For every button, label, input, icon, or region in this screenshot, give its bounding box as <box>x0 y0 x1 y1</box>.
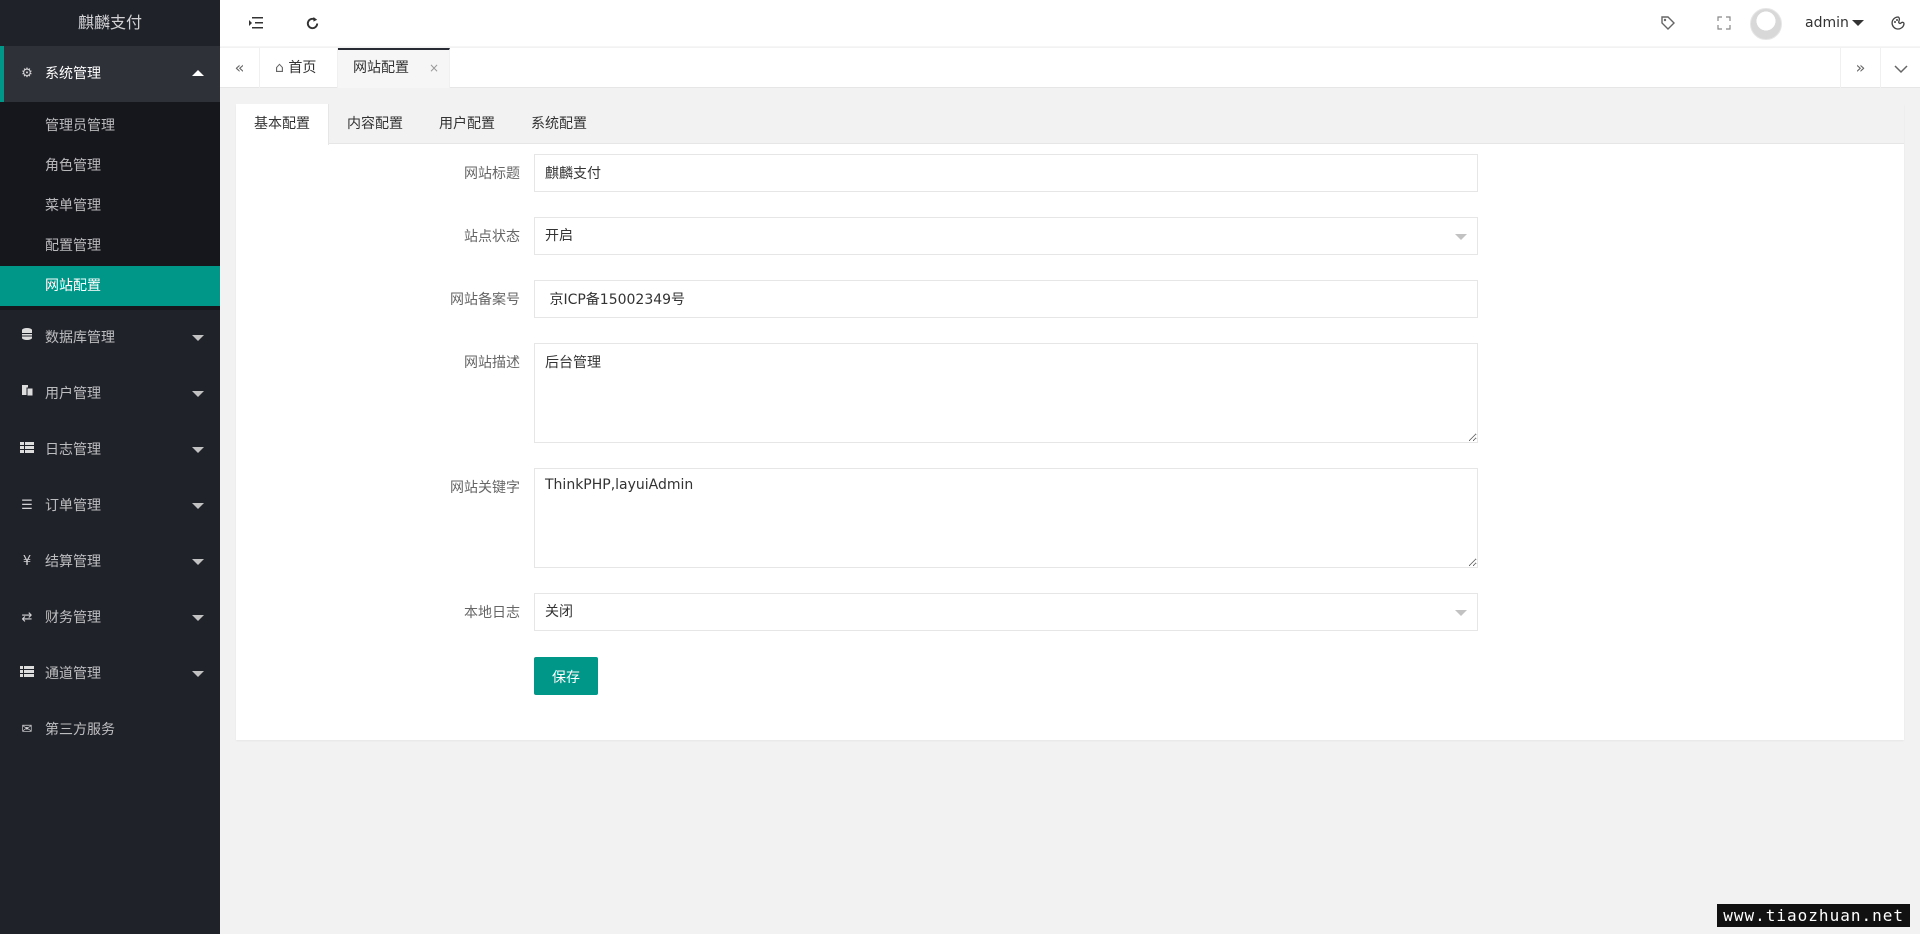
database-icon <box>19 310 35 366</box>
sidebar-item-finance[interactable]: ⇄ 财务管理 <box>0 590 220 646</box>
site-status-select[interactable]: 开启 <box>534 217 1478 255</box>
close-icon[interactable]: × <box>429 50 439 86</box>
sidebar-subitem-menus[interactable]: 菜单管理 <box>0 186 220 226</box>
local-log-label: 本地日志 <box>464 605 520 621</box>
local-log-select[interactable]: 关闭 <box>534 593 1478 631</box>
caret-down-icon[interactable] <box>1852 20 1864 26</box>
site-title-label: 网站标题 <box>464 166 520 182</box>
chevron-down-icon <box>1455 610 1467 616</box>
caret-down-icon <box>192 447 204 453</box>
top-header: admin <box>220 0 1920 47</box>
sidebar-item-settlement[interactable]: ¥ 结算管理 <box>0 534 220 590</box>
sidebar-item-label: 用户管理 <box>45 386 101 402</box>
sidebar: 麒麟支付 ⚙ 系统管理 管理员管理 角色管理 菜单管理 配置管理 网站配置 数据… <box>0 0 220 934</box>
caret-down-icon <box>192 671 204 677</box>
user-name[interactable]: admin <box>1805 0 1849 47</box>
page-tabs-bar: « ⌂ 首页 网站配置 × » <box>220 48 1920 88</box>
channel-icon <box>19 646 35 702</box>
site-status-label: 站点状态 <box>464 229 520 245</box>
tab-label: 网站配置 <box>353 60 409 76</box>
tabs-menu-chevron-down-icon[interactable] <box>1880 48 1920 88</box>
sidebar-item-orders[interactable]: ☰ 订单管理 <box>0 478 220 534</box>
sidebar-item-label: 订单管理 <box>45 498 101 514</box>
tabs-scroll-left-icon[interactable]: « <box>220 48 260 88</box>
home-icon: ⌂ <box>275 60 284 76</box>
avatar[interactable] <box>1750 8 1782 40</box>
tab-system-config[interactable]: 系统配置 <box>513 104 605 144</box>
icp-input[interactable] <box>534 280 1478 318</box>
sidebar-item-third-party[interactable]: ✉ 第三方服务 <box>0 702 220 758</box>
sidebar-item-label: 数据库管理 <box>45 330 115 346</box>
config-tabs: 基本配置 内容配置 用户配置 系统配置 <box>236 104 1904 145</box>
sidebar-item-label: 财务管理 <box>45 610 101 626</box>
sidebar-item-database[interactable]: 数据库管理 <box>0 310 220 366</box>
keywords-textarea[interactable]: ThinkPHP,layuiAdmin <box>534 468 1478 568</box>
sidebar-item-system[interactable]: ⚙ 系统管理 <box>0 46 220 102</box>
caret-down-icon <box>192 335 204 341</box>
tab-basic-config[interactable]: 基本配置 <box>236 104 329 145</box>
sidebar-item-label: 日志管理 <box>45 442 101 458</box>
tab-home[interactable]: ⌂ 首页 <box>260 48 338 88</box>
tab-site-config[interactable]: 网站配置 × <box>338 48 450 88</box>
fullscreen-icon[interactable] <box>1706 0 1742 47</box>
tab-user-config[interactable]: 用户配置 <box>421 104 513 144</box>
caret-down-icon <box>192 503 204 509</box>
caret-down-icon <box>192 391 204 397</box>
users-icon <box>19 366 35 422</box>
sidebar-item-label: 通道管理 <box>45 666 101 682</box>
site-status-value: 开启 <box>545 228 573 244</box>
sidebar-subitem-config[interactable]: 配置管理 <box>0 226 220 266</box>
local-log-value: 关闭 <box>545 604 573 620</box>
chevron-down-icon <box>1455 234 1467 240</box>
menu-collapse-icon[interactable] <box>238 0 274 47</box>
save-button[interactable]: 保存 <box>534 657 598 695</box>
config-card: 基本配置内容配置用户配置系统配置 网站标题 站点状态 开启 网站备案号 网站描述… <box>236 104 1904 740</box>
caret-down-icon <box>192 615 204 621</box>
list-icon: ☰ <box>21 498 33 513</box>
sidebar-subitem-roles[interactable]: 角色管理 <box>0 146 220 186</box>
description-label: 网站描述 <box>464 355 520 371</box>
site-title-input[interactable] <box>534 154 1478 192</box>
watermark: www.tiaozhuan.net <box>1717 904 1910 927</box>
sidebar-item-logs[interactable]: 日志管理 <box>0 422 220 478</box>
sidebar-subitem-site-config[interactable]: 网站配置 <box>0 266 220 306</box>
keywords-label: 网站关键字 <box>450 480 520 496</box>
log-icon <box>19 422 35 478</box>
sidebar-subnav-system: 管理员管理 角色管理 菜单管理 配置管理 网站配置 <box>0 102 220 310</box>
app-logo-title[interactable]: 麒麟支付 <box>0 0 220 46</box>
sidebar-item-label: 系统管理 <box>45 66 101 82</box>
refresh-icon[interactable] <box>294 0 330 47</box>
yen-icon: ¥ <box>22 554 32 569</box>
tab-label: 首页 <box>288 60 317 76</box>
tag-icon[interactable] <box>1650 0 1686 47</box>
icp-label: 网站备案号 <box>450 292 520 308</box>
caret-up-icon <box>192 70 204 76</box>
tabs-scroll-right-icon[interactable]: » <box>1840 48 1880 88</box>
caret-down-icon <box>192 559 204 565</box>
sidebar-item-label: 第三方服务 <box>45 722 115 738</box>
gear-icon: ⚙ <box>21 66 33 81</box>
sidebar-subitem-admins[interactable]: 管理员管理 <box>0 106 220 146</box>
sidebar-item-users[interactable]: 用户管理 <box>0 366 220 422</box>
theme-icon[interactable] <box>1880 0 1916 47</box>
sidebar-item-label: 结算管理 <box>45 554 101 570</box>
tab-content-config[interactable]: 内容配置 <box>329 104 421 144</box>
sidebar-item-channels[interactable]: 通道管理 <box>0 646 220 702</box>
transfer-icon: ⇄ <box>21 610 33 625</box>
mail-icon: ✉ <box>21 722 33 737</box>
description-textarea[interactable]: 后台管理 <box>534 343 1478 443</box>
